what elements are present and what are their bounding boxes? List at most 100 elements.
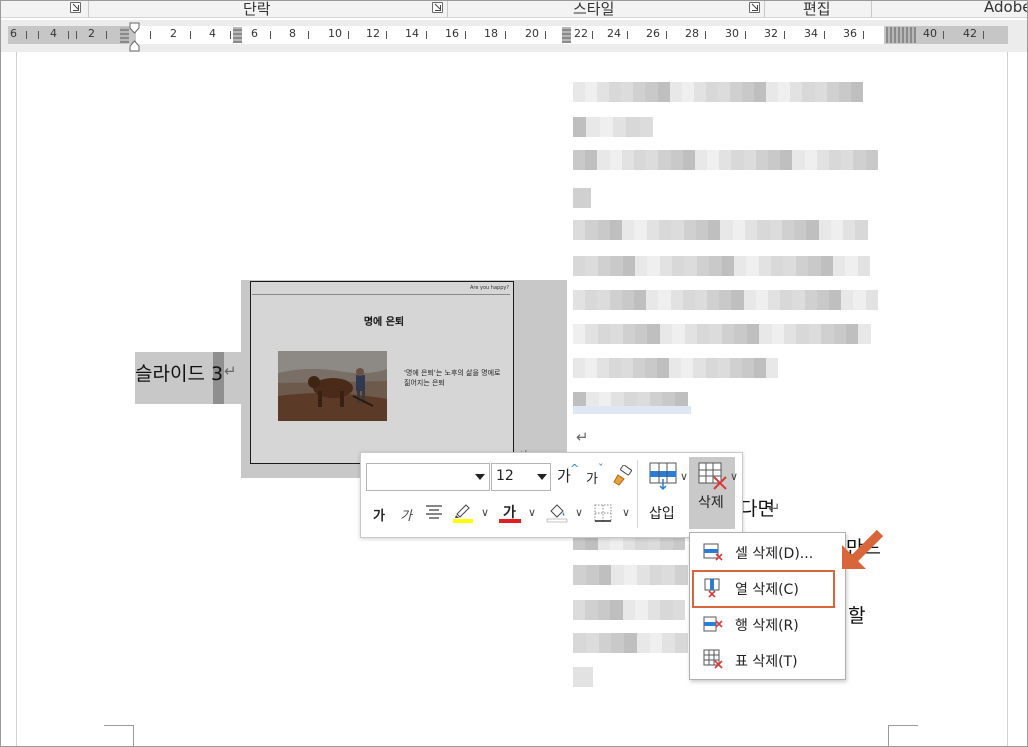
table-insert-icon[interactable]	[648, 461, 678, 491]
font-name-dropdown-icon[interactable]	[475, 474, 485, 480]
adobe-group-label: Adobe	[984, 0, 1028, 16]
column-marker[interactable]	[562, 27, 571, 43]
paragraph-mark-icon: ↵	[576, 428, 589, 446]
font-name-combo[interactable]	[366, 463, 490, 491]
ruler-number: 2	[170, 27, 177, 40]
ruler-tick	[592, 31, 593, 39]
table-delete-icon	[698, 462, 727, 490]
ruler-tick	[26, 31, 27, 39]
group-separator	[88, 0, 89, 17]
ruler-number: 4	[209, 27, 216, 40]
menu-label-delete-row: 행 삭제(R)	[735, 618, 799, 634]
pixelated-text-line	[573, 600, 685, 620]
ruler-number: 6	[10, 27, 17, 40]
paragraph-dialog-launcher-icon[interactable]	[432, 2, 443, 13]
body-text-fragment: 할	[848, 605, 866, 627]
font-dialog-launcher-icon[interactable]	[70, 2, 81, 13]
ox-plowing-photo	[278, 351, 387, 421]
shrink-font-button[interactable]: 가	[586, 468, 598, 487]
pixelated-text-line	[573, 324, 871, 344]
ruler-number: 30	[725, 27, 739, 40]
slide-divider	[252, 294, 510, 295]
pixelated-text-line	[573, 290, 878, 310]
paragraph-mark-icon: ↵	[224, 362, 237, 380]
styles-dialog-launcher-icon[interactable]	[749, 2, 760, 13]
borders-icon[interactable]	[593, 503, 613, 523]
ruler-number: 36	[843, 27, 857, 40]
font-color-bar	[499, 519, 521, 523]
ruler-number: 34	[804, 27, 818, 40]
font-color-dropdown-icon[interactable]: ∨	[528, 506, 536, 519]
ruler-number: 10	[328, 27, 342, 40]
grow-font-arrow-icon: ^	[570, 462, 580, 475]
slide-label-text: 슬라이드 3	[135, 363, 224, 385]
ruler-tick	[863, 31, 864, 39]
shrink-font-arrow-icon: ˇ	[598, 462, 604, 475]
right-margin-marker[interactable]	[886, 27, 916, 43]
ruler-tick	[666, 31, 667, 39]
borders-dropdown-icon[interactable]: ∨	[622, 506, 630, 519]
delete-cells-icon	[703, 543, 723, 561]
pointer-arrow-icon	[842, 529, 884, 569]
ruler-tick	[68, 31, 69, 39]
pixelated-text-line	[573, 117, 653, 137]
ruler-number: 4	[50, 27, 57, 40]
toolbar-separator	[637, 460, 638, 528]
ruler-tick	[745, 31, 746, 39]
column-marker[interactable]	[120, 27, 129, 43]
highlighter-dropdown-icon[interactable]: ∨	[481, 506, 489, 519]
pixelated-text-line	[573, 256, 870, 276]
delete-button-label: 삭제	[698, 495, 724, 511]
grow-font-button[interactable]: 가	[557, 465, 571, 486]
styles-group-label: 스타일	[573, 0, 615, 18]
slide-title: 명에 은퇴	[363, 317, 405, 328]
highlighter-icon[interactable]	[452, 501, 474, 523]
ruler-tick	[386, 31, 387, 39]
ruler-number: 20	[525, 27, 539, 40]
pixelated-text-line	[573, 633, 688, 653]
ruler-tick	[270, 31, 271, 39]
ruler-number: 2	[88, 27, 95, 40]
format-painter-icon[interactable]	[612, 465, 634, 487]
insert-dropdown-icon[interactable]: ∨	[680, 470, 688, 483]
shading-dropdown-icon[interactable]: ∨	[575, 506, 583, 519]
font-size-dropdown-icon[interactable]	[537, 474, 547, 480]
margin-corner-mark	[888, 725, 918, 747]
ruler-tick	[348, 31, 349, 39]
italic-button[interactable]: 가	[400, 505, 412, 524]
pixelated-text-line	[573, 358, 778, 378]
ruler-number: 32	[764, 27, 778, 40]
ruler-tick	[705, 31, 706, 39]
pixelated-text-line	[573, 82, 863, 102]
indent-marker-icon[interactable]	[129, 22, 140, 52]
ruler-tick	[308, 31, 309, 39]
ruler-number: 6	[251, 27, 258, 40]
column-marker[interactable]	[233, 27, 242, 43]
ruler-tick	[150, 31, 151, 39]
menu-label-delete-table: 표 삭제(T)	[735, 654, 798, 670]
ruler-tick	[38, 31, 39, 39]
ruler-number: 26	[646, 27, 660, 40]
ruler-number: 40	[923, 27, 937, 40]
ruler-tick	[230, 31, 231, 39]
shading-bucket-icon[interactable]	[545, 501, 569, 523]
delete-dropdown-icon[interactable]: ∨	[730, 470, 738, 483]
ruler-number: 16	[445, 27, 459, 40]
ruler-tick	[465, 31, 466, 39]
ruler-tick	[545, 31, 546, 39]
ruler-number: 28	[685, 27, 699, 40]
pixelated-text-line	[573, 188, 591, 208]
bold-button[interactable]: 가	[373, 505, 385, 524]
paragraph-mark-icon: ↵	[768, 499, 781, 517]
margin-corner-mark	[104, 725, 134, 747]
ruler-tick	[824, 31, 825, 39]
ruler-tick	[190, 31, 191, 39]
align-center-icon[interactable]	[425, 504, 443, 520]
delete-row-icon	[703, 616, 723, 632]
pixelated-text-line	[573, 667, 593, 687]
ribbon-group-strip	[0, 0, 1028, 18]
insert-button-label[interactable]: 삽입	[649, 503, 675, 523]
ruler-tick	[76, 31, 77, 39]
ruler-tick	[505, 31, 506, 39]
font-size-value: 12	[496, 468, 514, 484]
